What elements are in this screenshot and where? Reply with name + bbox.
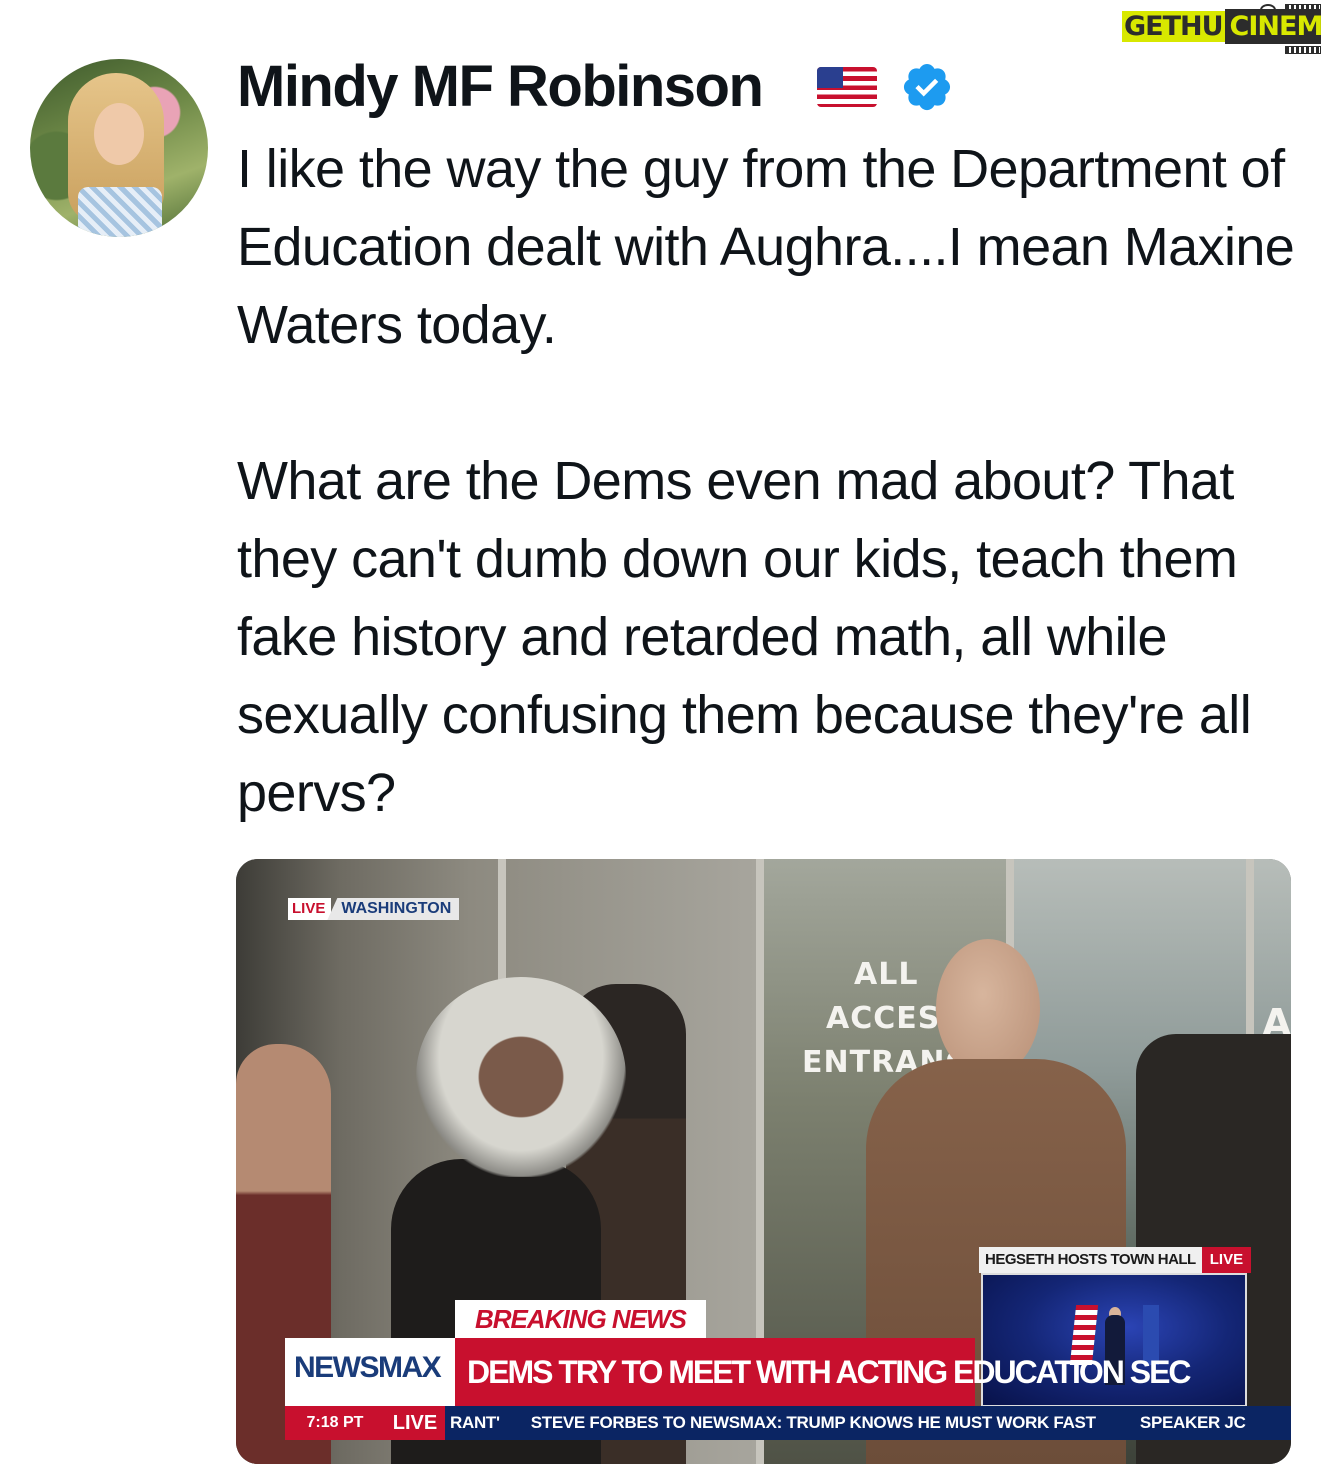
author-name[interactable]: Mindy MF Robinson xyxy=(237,54,764,120)
verified-badge-icon xyxy=(903,63,951,111)
ticker-time: 7:18 PT xyxy=(285,1406,385,1440)
live-location-tag: LIVE WASHINGTON xyxy=(288,898,460,920)
breaking-news-label: BREAKING NEWS xyxy=(455,1300,706,1338)
ticker-text: RANT' STEVE FORBES TO NEWSMAX: TRUMP KNO… xyxy=(450,1413,1246,1432)
post-text: I like the way the guy from the Departme… xyxy=(237,139,1295,823)
watermark-text: GETHUCINEMA xyxy=(1122,9,1321,44)
avatar[interactable] xyxy=(30,59,208,237)
post-media-image[interactable]: ALL ACCESS ENTRANCE A EN LIVE WASHINGTON… xyxy=(236,859,1291,1464)
network-logo: NEWSMAX xyxy=(294,1351,442,1384)
pip-title-bar: HEGSETH HOSTS TOWN HALL LIVE xyxy=(979,1247,1252,1273)
ticker-live: LIVE xyxy=(385,1406,445,1440)
us-flag-icon xyxy=(817,67,877,107)
chyron-headline: DEMS TRY TO MEET WITH ACTING EDUCATION S… xyxy=(455,1338,1192,1406)
puppet-head-overlay xyxy=(416,977,626,1177)
watermark-logo: GETHUCINEMA xyxy=(1122,4,1321,54)
film-strip-icon xyxy=(1285,46,1321,54)
